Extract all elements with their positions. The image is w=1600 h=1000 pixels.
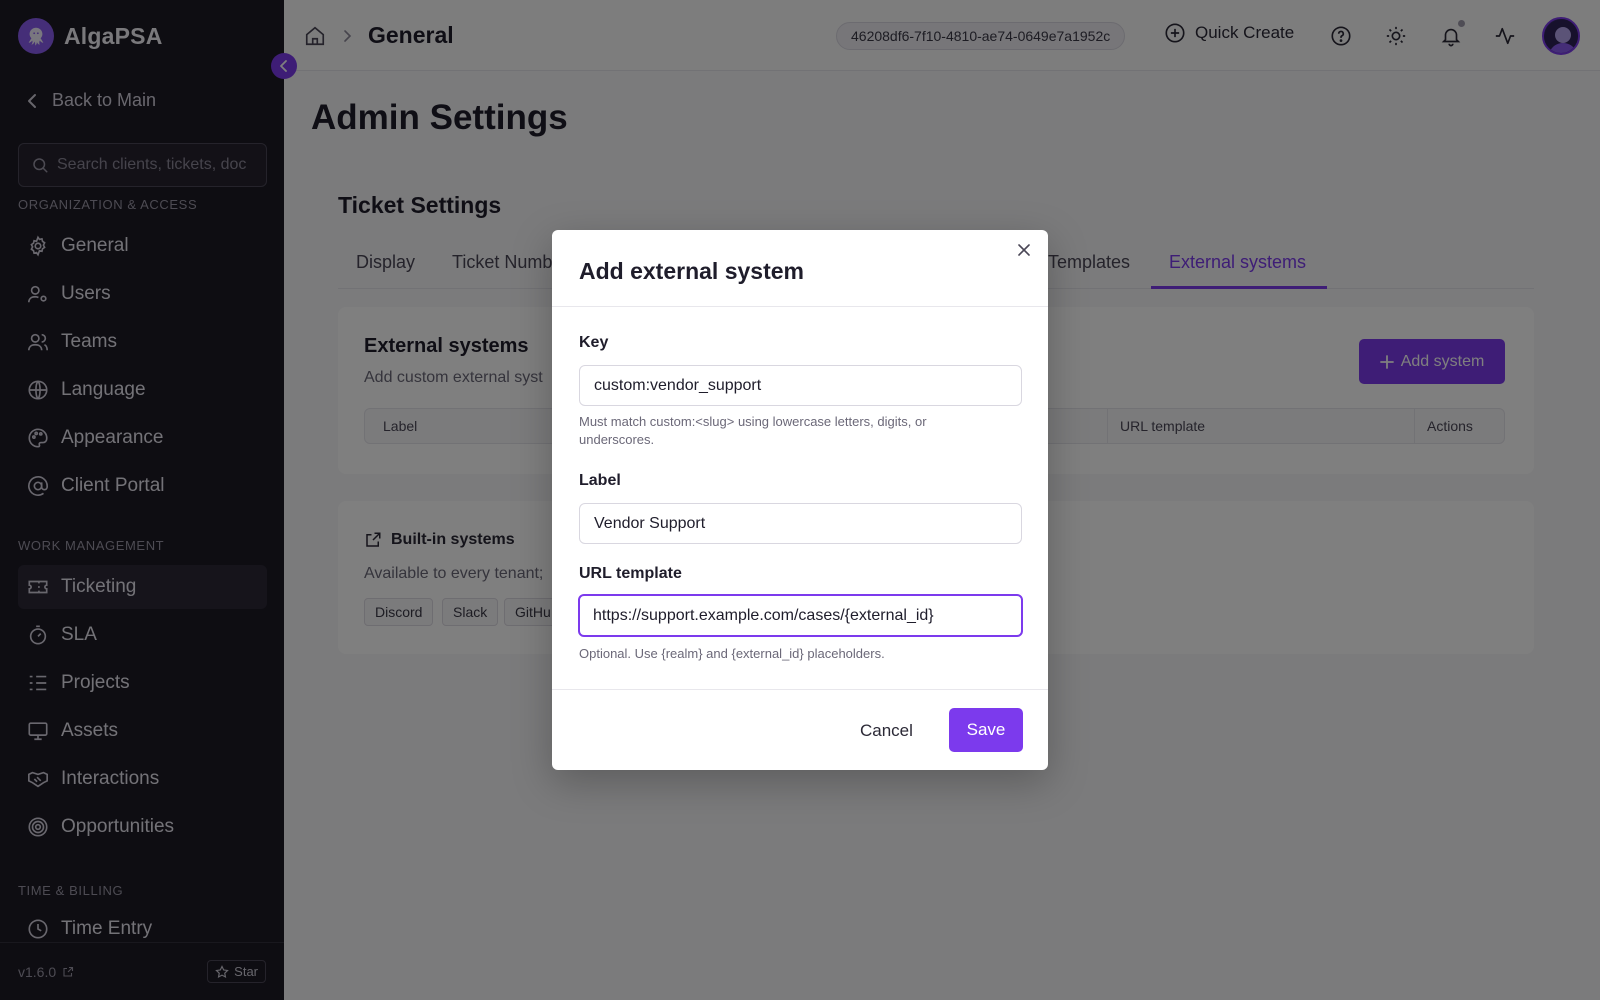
footer-divider [552,689,1048,690]
key-label: Key [579,334,609,351]
cancel-button[interactable]: Cancel [860,721,913,741]
close-icon [1018,244,1030,256]
label-field-label: Label [579,472,621,489]
header-divider [552,306,1048,307]
key-hint: Must match custom:<slug> using lowercase… [579,414,927,447]
save-button[interactable]: Save [949,708,1023,752]
url-template-hint: Optional. Use {realm} and {external_id} … [579,646,885,661]
dialog-title: Add external system [579,258,804,284]
key-input[interactable] [579,365,1022,406]
close-button[interactable] [1014,240,1034,260]
add-external-system-dialog: Add external system Key Must match custo… [552,230,1048,770]
url-template-input[interactable] [578,594,1023,637]
url-template-label: URL template [579,565,682,582]
label-input[interactable] [579,503,1022,544]
